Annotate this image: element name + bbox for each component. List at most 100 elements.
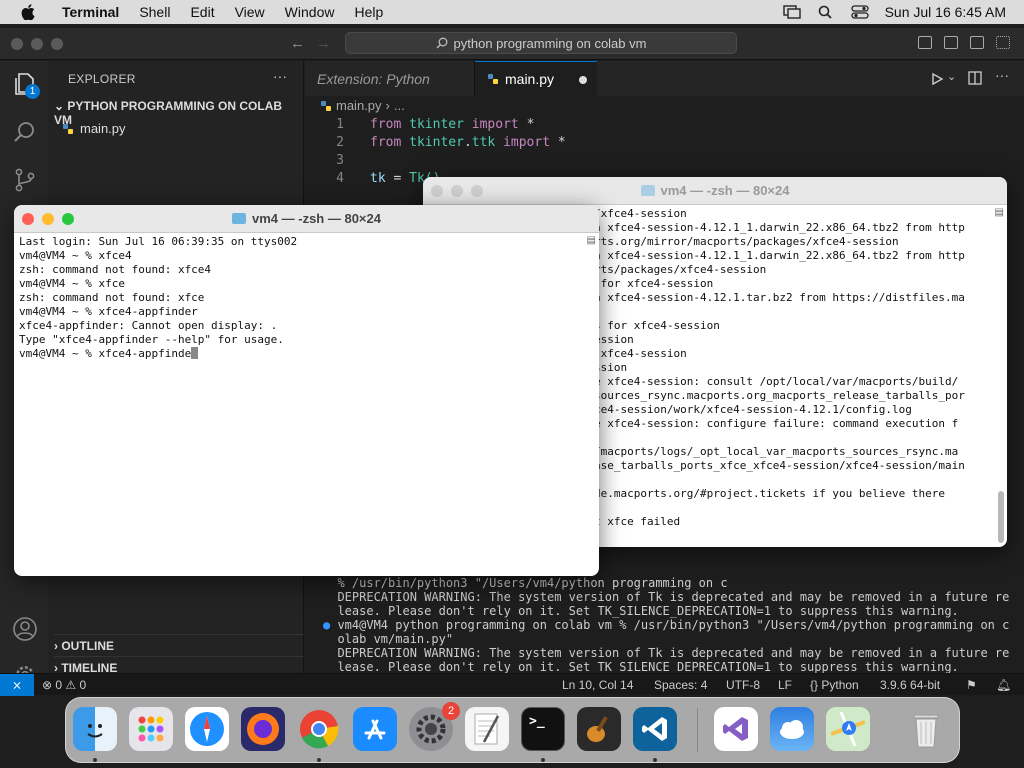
notifications-bell-icon[interactable]: 🔔︎ [996,678,1011,692]
safari-icon[interactable] [185,707,229,751]
explorer-title: EXPLORER [68,72,136,86]
eol-status[interactable]: LF [778,678,792,692]
breadcrumb-symbol[interactable]: ... [394,98,405,113]
source-control-icon[interactable] [12,167,38,193]
vscode-icon[interactable] [633,707,677,751]
terminal-line-text: lease. Please don't rely on it. Set TK_S… [337,660,959,674]
problems-status[interactable]: ⊗ 0 ⚠ 0 [42,678,86,692]
interpreter-status[interactable]: 3.9.6 64-bit [880,678,940,692]
trash-icon[interactable] [904,707,948,751]
terminal-line-text: Type "xfce4-appfinder --help" for usage. [19,333,284,346]
spotlight-search-icon[interactable] [817,5,835,19]
outline-label: OUTLINE [61,639,115,653]
code-line[interactable]: 1 from tkinter import * [320,116,566,134]
menu-view[interactable]: View [225,4,275,20]
terminal-line: /macports/logs/_opt_local_var_macports_s… [594,445,965,459]
terminal-front-title: vm4 — -zsh — 80×24 [252,211,381,226]
forward-arrow-icon[interactable]: → [316,35,331,52]
python-file-icon [488,74,498,84]
code-line[interactable]: 2 from tkinter.ttk import * [320,134,566,152]
line-number: 2 [336,135,344,150]
terminal-line-text: ce4-session/work/xfce4-session-4.12.1/co… [594,403,912,416]
line-number: 4 [336,171,344,186]
indentation-status[interactable]: Spaces: 4 [654,678,707,692]
file-main-py[interactable]: main.py [62,121,126,136]
maps-icon[interactable] [826,707,870,751]
apple-menu-icon[interactable] [18,2,38,22]
terminal-line: % /usr/bin/python3 "/Users/vm4/python pr… [323,576,1009,590]
terminal-line: /xfce4-session [594,207,965,221]
command-decoration-icon[interactable]: ● [323,618,337,632]
encoding-status[interactable]: UTF-8 [726,678,760,692]
weather-icon[interactable] [770,707,814,751]
explorer-more-actions-icon[interactable]: ··· [273,68,287,84]
terminal-line-text: t xfce failed [594,515,681,528]
unsaved-dot-icon[interactable] [579,76,587,84]
cursor-position-status[interactable]: Ln 10, Col 14 [562,678,633,692]
terminal-line-text: de.macports.org/#project.tickets if you … [594,487,945,500]
terminal-line: xfce4-session [594,347,965,361]
menubar-clock[interactable]: Sun Jul 16 6:45 AM [885,4,1006,20]
integrated-terminal-panel[interactable]: % /usr/bin/python3 "/Users/vm4/python pr… [305,576,1024,688]
toggle-secondary-sidebar-icon[interactable] [970,36,984,49]
window-manager-icon[interactable] [782,5,801,19]
outline-section[interactable]: › OUTLINE [54,634,304,653]
code-token: import [503,135,558,150]
menu-window[interactable]: Window [275,4,345,20]
zoom-window-button[interactable] [51,38,63,50]
braces-icon: {} [810,678,822,692]
code-line[interactable]: 3 [320,152,566,170]
command-center-search[interactable]: python programming on colab vm [345,32,737,54]
terminal-window-front[interactable]: vm4 — -zsh — 80×24 Last login: Sun Jul 1… [14,205,599,576]
menu-app-name[interactable]: Terminal [52,4,129,20]
search-icon [436,37,447,49]
terminal-front-content[interactable]: Last login: Sun Jul 16 06:39:35 on ttys0… [19,235,297,361]
terminal-line: t xfce failed [594,515,965,529]
account-icon[interactable] [12,616,38,642]
visual-studio-icon[interactable] [714,707,758,751]
search-icon[interactable] [12,119,38,145]
back-arrow-icon[interactable]: ← [290,35,305,52]
firefox-icon[interactable] [241,707,285,751]
control-center-icon[interactable] [850,5,869,19]
app-store-icon[interactable] [353,707,397,751]
language-mode-status[interactable]: {} Python [810,678,859,692]
finder-icon[interactable] [73,707,117,751]
more-actions-icon[interactable]: ··· [995,67,1009,83]
garageband-icon[interactable] [577,707,621,751]
terminal-back-scrollbar[interactable] [998,491,1004,543]
toggle-primary-sidebar-icon[interactable] [918,36,932,49]
scroll-marker-icon: ▤ [994,207,1004,218]
running-indicator [541,758,545,762]
terminal-line-text: vm4@VM4 ~ % xfce4-appfinder [19,305,198,318]
tab-main-py[interactable]: main.py [475,61,597,96]
remote-indicator-icon[interactable]: ⨯ [0,674,34,696]
toggle-panel-icon[interactable] [944,36,958,49]
terminal-line-text: for xfce4-session [594,277,714,290]
minimize-window-button[interactable] [31,38,43,50]
command-center-label: python programming on colab vm [453,35,647,51]
terminal-line-text: vm4@VM4 ~ % xfce4-appfinde [19,347,192,360]
launchpad-icon[interactable] [129,707,173,751]
tab-extension-python[interactable]: Extension: Python [305,61,475,96]
code-token: . [463,135,472,150]
breadcrumb-file[interactable]: main.py [336,98,382,113]
run-options-chevron-icon[interactable]: ⌄ [947,70,956,83]
menu-shell[interactable]: Shell [129,4,180,20]
split-editor-icon[interactable] [968,71,982,85]
chrome-icon[interactable] [297,707,341,751]
integrated-terminal-output: % /usr/bin/python3 "/Users/vm4/python pr… [323,576,1009,688]
textedit-icon[interactable] [465,707,509,751]
text-cursor [191,347,199,359]
customize-layout-icon[interactable] [996,36,1010,49]
feedback-icon[interactable]: ⚑ [966,678,977,692]
close-window-button[interactable] [11,38,23,50]
terminal-line-text: Last login: Sun Jul 16 06:39:35 on ttys0… [19,235,298,248]
terminal-icon[interactable]: >_ [521,707,565,751]
menu-edit[interactable]: Edit [180,4,224,20]
run-python-file-icon[interactable] [930,72,944,86]
menu-help[interactable]: Help [344,4,393,20]
